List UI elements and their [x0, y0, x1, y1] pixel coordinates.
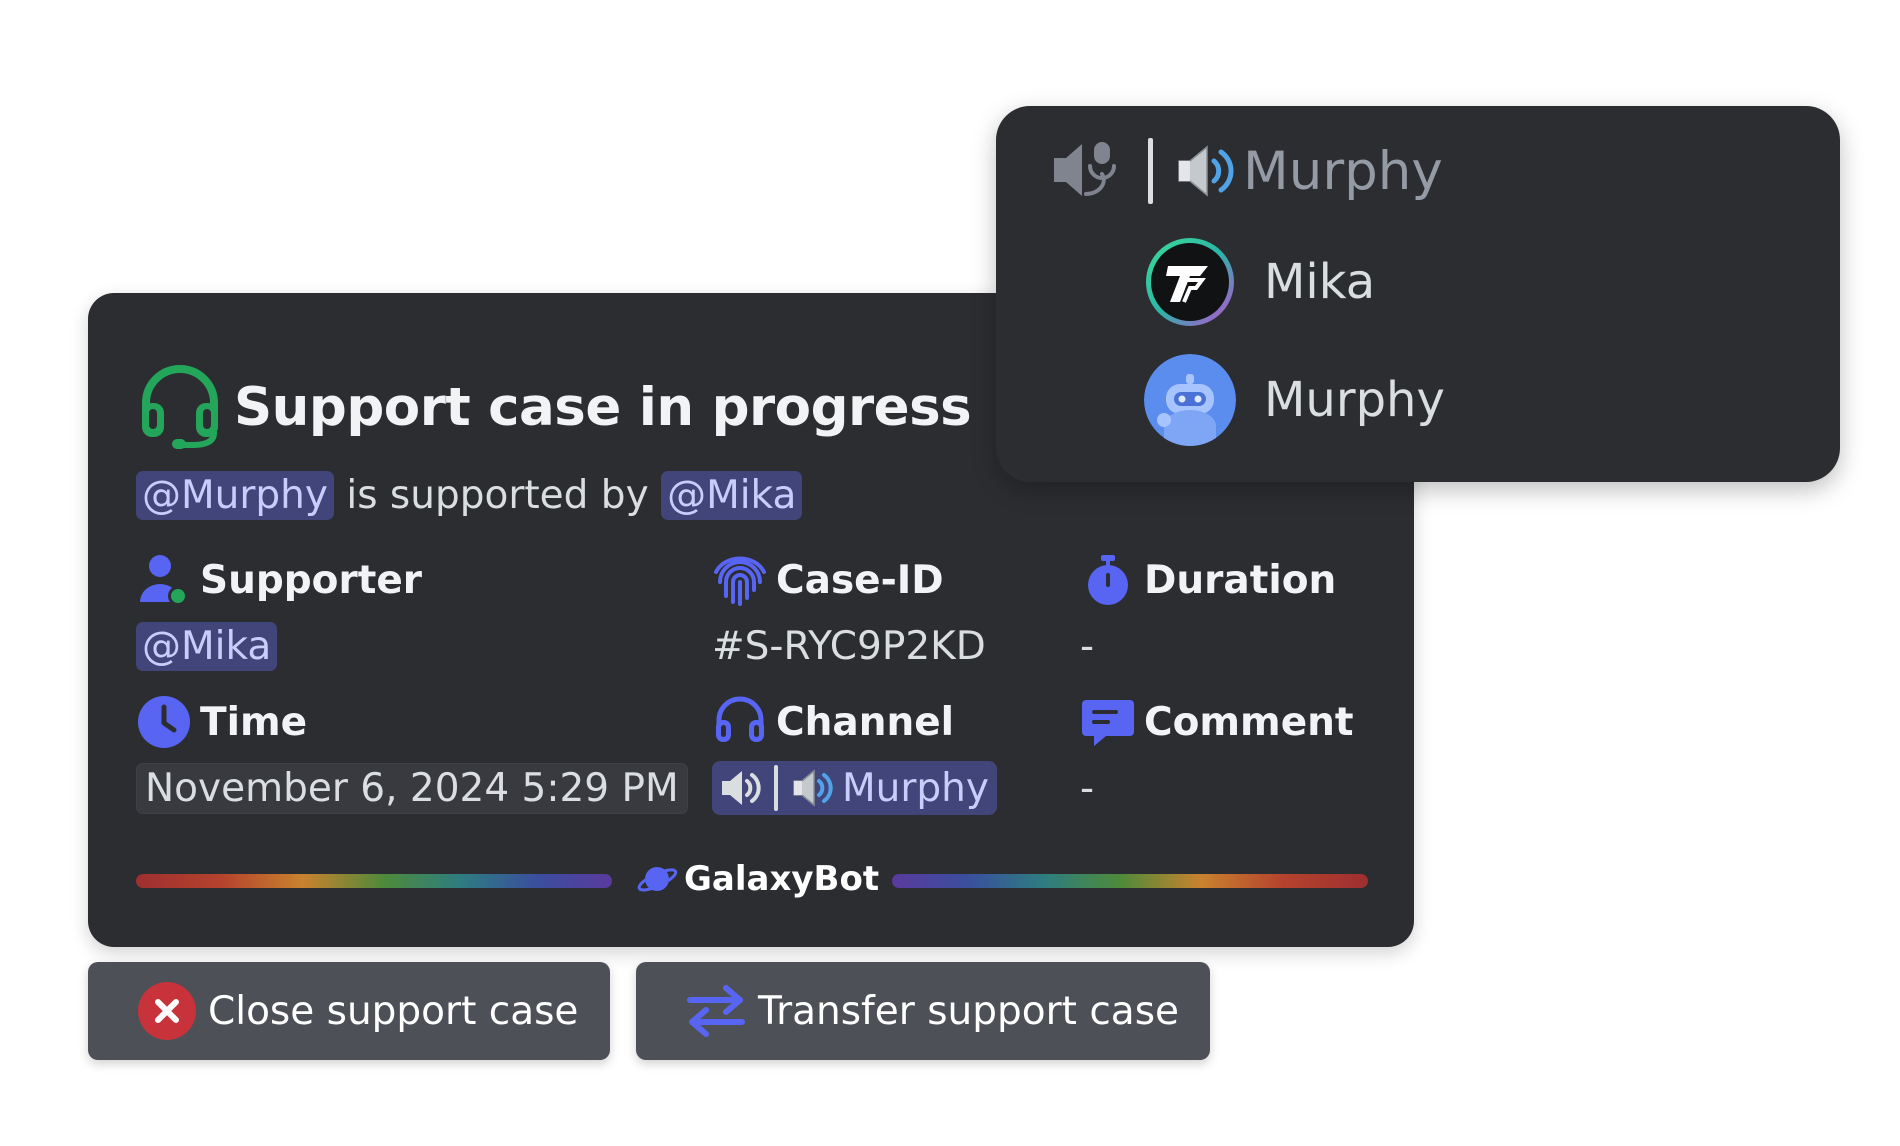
mika-avatar — [1146, 238, 1234, 326]
field-comment-label: Comment — [1144, 699, 1354, 745]
close-circle-icon — [138, 982, 196, 1040]
voice-member-mika[interactable]: Mika — [1144, 236, 1375, 328]
voice-channel-name: Murphy — [1243, 140, 1443, 202]
field-time: Time November 6, 2024 5:29 PM — [136, 695, 688, 815]
speaker-emoji-icon — [1178, 145, 1234, 197]
embed-description: @Murphy is supported by @Mika — [136, 471, 803, 520]
close-support-case-button[interactable]: Close support case — [88, 962, 610, 1060]
voice-member-name: Murphy — [1264, 372, 1445, 428]
field-case-id-label: Case-ID — [776, 557, 944, 603]
clock-icon — [138, 696, 190, 748]
person-check-icon — [140, 555, 188, 606]
planet-icon — [637, 867, 678, 892]
voice-member-murphy[interactable]: Murphy — [1144, 354, 1445, 446]
transfer-arrows-icon — [687, 985, 745, 1037]
field-duration-value: - — [1080, 623, 1095, 669]
close-button-label: Close support case — [208, 988, 579, 1034]
embed-title-row: Support case in progress — [136, 363, 972, 451]
murphy-avatar — [1144, 354, 1236, 446]
field-time-label: Time — [200, 699, 308, 745]
field-comment-value: - — [1080, 765, 1095, 811]
voice-channel-popup: Murphy Mika Murphy — [996, 106, 1840, 482]
speaker-settings-icon — [1054, 142, 1116, 196]
transfer-button-label: Transfer support case — [758, 988, 1180, 1034]
comment-icon — [1082, 700, 1134, 746]
fingerprint-icon — [714, 556, 766, 606]
mention-murphy[interactable]: @Murphy — [136, 471, 334, 520]
footer-brand: GalaxyBot — [636, 858, 879, 900]
header-separator — [1148, 138, 1153, 204]
mention-mika[interactable]: @Mika — [661, 471, 803, 520]
channel-mention[interactable]: Murphy — [712, 761, 997, 815]
footer-brand-text: GalaxyBot — [684, 859, 880, 899]
embed-title: Support case in progress — [234, 376, 972, 438]
field-time-value: November 6, 2024 5:29 PM — [136, 762, 688, 814]
field-supporter: Supporter @Mika — [136, 553, 422, 673]
description-connector: is supported by — [346, 473, 649, 518]
embed-footer: GalaxyBot — [136, 858, 1368, 902]
channel-separator — [774, 765, 778, 811]
field-supporter-label: Supporter — [200, 557, 423, 603]
headset-icon — [142, 365, 218, 449]
field-channel-value: Murphy — [842, 765, 989, 811]
field-channel-label: Channel — [776, 699, 955, 745]
field-duration-label: Duration — [1144, 557, 1337, 603]
field-duration: Duration - — [1080, 553, 1336, 673]
speaker-icon — [722, 771, 761, 805]
field-case-id: Case-ID #S-RYC9P2KD — [712, 553, 986, 673]
speaker-emoji-icon — [793, 769, 833, 807]
field-channel: Channel Murphy — [712, 695, 997, 815]
footer-stripe-right — [892, 874, 1368, 888]
voice-member-name: Mika — [1264, 254, 1376, 310]
field-comment: Comment - — [1080, 695, 1354, 815]
stopwatch-icon — [1088, 555, 1128, 605]
headset-small-icon — [716, 696, 764, 742]
field-supporter-value[interactable]: @Mika — [136, 621, 278, 671]
transfer-support-case-button[interactable]: Transfer support case — [636, 962, 1210, 1060]
field-case-id-value: #S-RYC9P2KD — [712, 623, 986, 669]
footer-stripe-left — [136, 874, 612, 888]
voice-channel-header[interactable]: Murphy — [1050, 136, 1443, 206]
